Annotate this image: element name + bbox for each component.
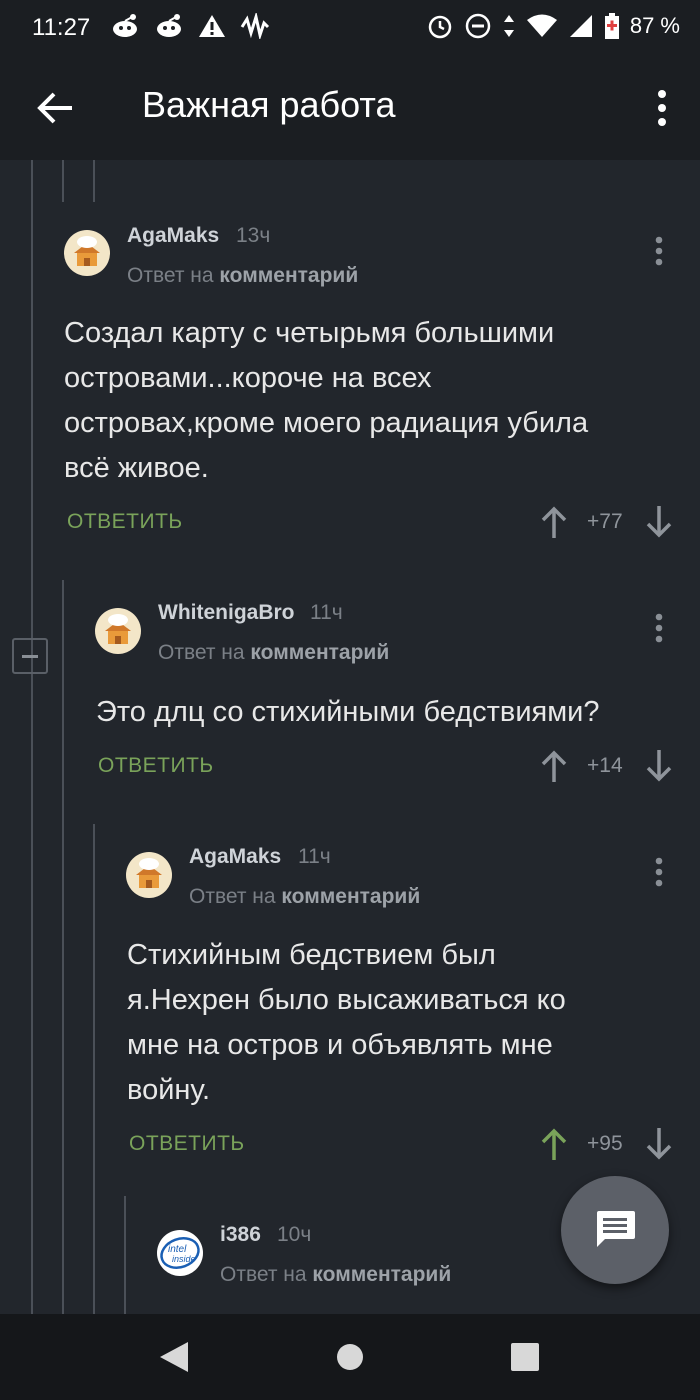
arrow-up-icon[interactable]: [539, 505, 569, 539]
reply-to-label: Ответ на комментарий: [189, 885, 420, 909]
comment-more-icon[interactable]: [654, 613, 664, 643]
back-arrow-icon[interactable]: [34, 86, 78, 130]
comment-age: 13ч: [236, 224, 271, 247]
system-nav-bar: [0, 1314, 700, 1400]
page-title: Важная работа: [142, 84, 396, 125]
reply-to-link[interactable]: комментарий: [219, 264, 358, 287]
avatar[interactable]: [95, 608, 141, 654]
reply-to-link[interactable]: комментарий: [281, 885, 420, 908]
chef-house-icon: [105, 614, 131, 644]
reply-to-prefix: Ответ на: [127, 264, 220, 287]
comment-username[interactable]: AgaMaks: [127, 224, 219, 248]
comment-age: 10ч: [277, 1223, 312, 1246]
comment-score: +77: [587, 510, 623, 533]
system-icons: 87 %: [426, 12, 680, 40]
reply-to-label: Ответ на комментарий: [127, 264, 358, 288]
status-bar: 11:27 87 %: [0, 0, 700, 56]
reply-to-label: Ответ на комментарий: [158, 641, 389, 665]
waveform-icon: [240, 13, 270, 39]
thread-line: [93, 824, 95, 1314]
arrow-down-icon[interactable]: [644, 749, 674, 783]
avatar[interactable]: intel inside: [157, 1230, 203, 1276]
alarm-icon: [428, 15, 452, 39]
reddit-icon: [157, 14, 181, 37]
arrow-up-icon[interactable]: [539, 1127, 569, 1161]
thread-line: [124, 1196, 126, 1314]
nav-back-icon[interactable]: [158, 1340, 190, 1374]
comment-line: Создал карту с четырьмя большими: [64, 317, 555, 349]
reddit-icon: [113, 14, 137, 37]
notification-icons: [110, 12, 270, 40]
more-vert-icon[interactable]: [652, 86, 672, 130]
chef-house-icon: [136, 858, 162, 888]
comment-line: мне на остров и объявлять мне: [127, 1029, 553, 1061]
app-bar: Важная работа: [0, 56, 700, 160]
status-time: 11:27: [32, 14, 91, 41]
wifi-icon: [526, 14, 557, 37]
reply-to-link[interactable]: комментарий: [250, 641, 389, 664]
comment-username[interactable]: WhitenigaBro: [158, 601, 295, 625]
new-comment-fab[interactable]: [561, 1176, 669, 1284]
comment-line: Стихийным бедствием был: [127, 939, 496, 971]
comment-line: Это длц со стихийными бедствиями?: [96, 696, 600, 728]
comment-line: всё живое.: [64, 452, 209, 484]
avatar-text: inside: [172, 1254, 196, 1264]
arrow-down-icon[interactable]: [644, 505, 674, 539]
arrow-up-icon[interactable]: [539, 749, 569, 783]
comment-line: войну.: [127, 1074, 211, 1106]
comment-line: островах,кроме моего радиация убила: [64, 407, 589, 439]
thread-line: [62, 160, 64, 202]
comment-body: Это длц со стихийными бедствиями?: [96, 690, 600, 735]
thread-line: [31, 160, 33, 1314]
comment-body: Создал карту с четырьмя большими острова…: [64, 311, 588, 491]
dnd-icon: [465, 13, 491, 39]
comment-username[interactable]: i386: [220, 1223, 261, 1247]
comment-line: я.Нехрен было высаживаться ко: [127, 984, 566, 1016]
avatar[interactable]: [126, 852, 172, 898]
battery-percent: 87 %: [629, 13, 680, 38]
arrow-down-icon[interactable]: [644, 1127, 674, 1161]
reply-to-prefix: Ответ на: [189, 885, 282, 908]
reply-button[interactable]: ОТВЕТИТЬ: [67, 510, 183, 534]
comment-score: +95: [587, 1132, 623, 1155]
collapse-button[interactable]: [12, 638, 48, 674]
reply-button[interactable]: ОТВЕТИТЬ: [98, 754, 214, 778]
reply-to-prefix: Ответ на: [158, 641, 251, 664]
thread-line: [62, 580, 64, 1314]
comment-thread: AgaMaks 13ч Ответ на комментарий Создал …: [0, 160, 700, 1314]
reply-to-prefix: Ответ на: [220, 1263, 313, 1286]
comment-more-icon[interactable]: [654, 857, 664, 887]
thread-line: [93, 160, 95, 202]
signal-icon: [569, 15, 592, 37]
comment-more-icon[interactable]: [654, 236, 664, 266]
comment-line: островами...короче на всех: [64, 362, 432, 394]
nav-recents-icon[interactable]: [510, 1342, 540, 1372]
minus-icon: [22, 655, 38, 658]
avatar[interactable]: [64, 230, 110, 276]
comment-score: +14: [587, 754, 623, 777]
data-arrows-icon: [503, 15, 514, 37]
comment-body: Стихийным бедствием был я.Нехрен было вы…: [127, 933, 566, 1113]
reply-button[interactable]: ОТВЕТИТЬ: [129, 1132, 245, 1156]
nav-home-icon[interactable]: [336, 1343, 364, 1371]
chef-house-icon: [74, 236, 100, 266]
warning-icon: [199, 15, 225, 37]
reply-to-label: Ответ на комментарий: [220, 1263, 451, 1287]
chat-icon: [597, 1211, 635, 1247]
comment-username[interactable]: AgaMaks: [189, 845, 281, 869]
comment-age: 11ч: [298, 845, 331, 868]
battery-icon: [604, 13, 619, 39]
reply-to-link[interactable]: комментарий: [312, 1263, 451, 1286]
intel-inside-icon: intel inside: [160, 1237, 200, 1269]
comment-age: 11ч: [310, 601, 343, 624]
